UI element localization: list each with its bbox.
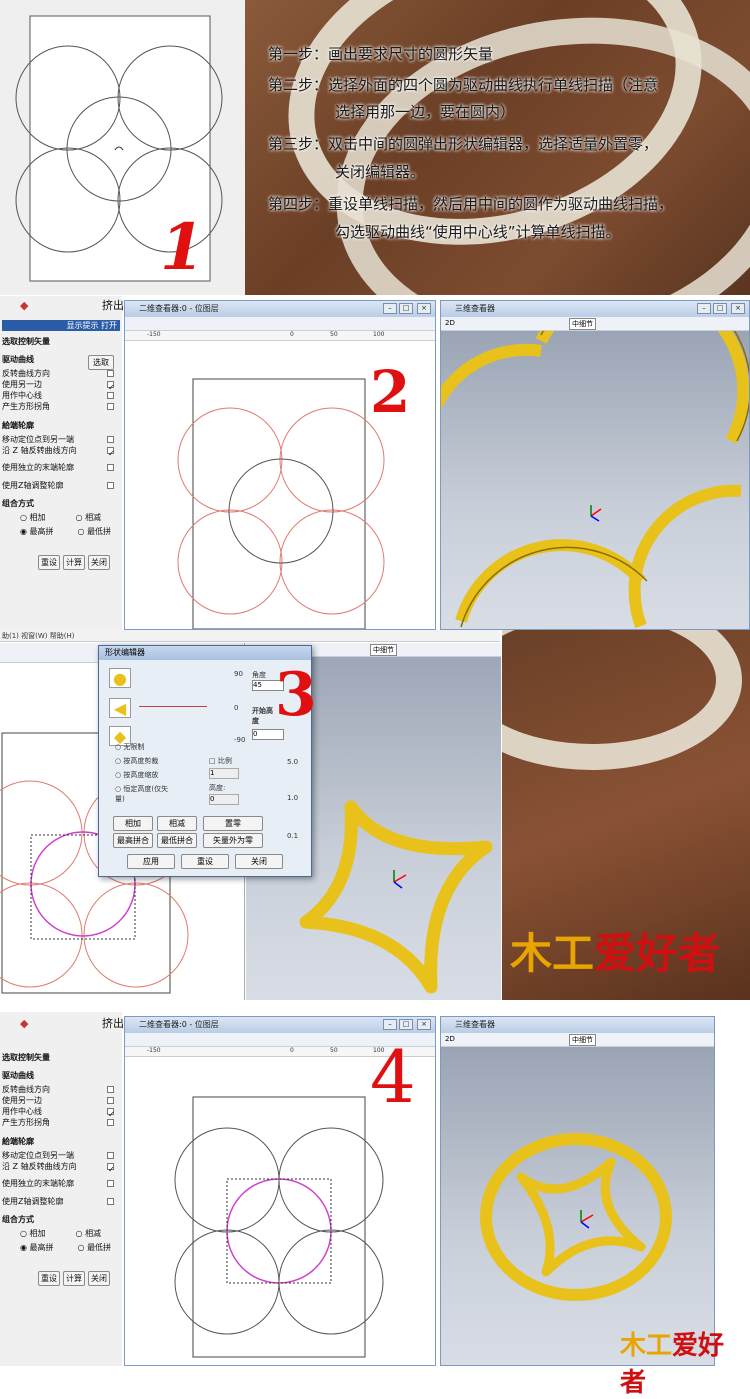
menu-bar[interactable]: 助(1) 视窗(W) 帮助(H) [0,630,500,642]
step-line-2b: 选择用那一边，要在圆内） [335,103,516,121]
merge-highest-button[interactable]: 最高拼合 [113,833,153,848]
opt-fixed-height[interactable]: ○ 恒定高度(仅矢量) [115,784,175,804]
extrude-panel-2: ◆ 挤出 选取控制矢量 驱动曲线 反转曲线方向 使用另一边 用作中心线 ✓ 产生方… [0,1012,124,1366]
combine-label: 组合方式 [2,499,34,508]
step-line-3: 第三步：双击中间的圆弹出形状编辑器，选择适量外置零， [268,135,659,153]
reset-button[interactable]: 重设 [38,555,60,570]
panel-tabs[interactable]: 显示提示 打开 [2,320,120,331]
close-button[interactable]: 关闭 [88,555,110,570]
ratio-checkbox[interactable]: □ 比例 [209,756,232,766]
shape-button-angle[interactable]: ◀ [109,698,131,718]
opt-unlimited[interactable]: ○ 无限制 [115,742,144,752]
step-line-2: 第二步：选择外面的四个圆为驱动曲线执行单线扫描（注意 [268,76,659,94]
use-centerline-row-2[interactable]: 用作中心线 ✓ [2,1106,120,1119]
2d-viewer-titlebar: 二维查看器:0 - 位图层 – □ × [125,301,435,317]
use-other-side-row[interactable]: 使用另一边 ✓ [2,379,120,392]
brand-logo-2: 木工爱好者 [620,1331,725,1398]
gold-arcs-render [420,275,750,629]
start-height-input[interactable]: 0 [252,729,284,740]
drive-curve-label-2: 驱动曲线 [2,1071,34,1080]
step-line-1: 第一步：画出要求尺寸的圆形矢量 [268,45,494,63]
height-input[interactable]: 0 [209,794,239,805]
step-line-4b: 勾选驱动曲线“使用中心线”计算单线扫描。 [335,223,621,241]
select-vector-label: 选取控制矢量 [2,337,50,346]
3d-render-step4[interactable] [441,1047,714,1365]
combine-row-1[interactable]: ○ 相加 ○ 相减 [20,512,120,523]
panel-title: ◆ 挤出 [20,299,124,312]
3d-viewer-step4: 三维查看器 2D 中细节 [440,1016,715,1366]
profile-label: 給端轮廓 [2,421,34,430]
step1-drawing [0,0,245,295]
3d-toolbar[interactable]: 2D 中细节 [441,317,749,331]
editor-subtract-button[interactable]: 相减 [157,816,197,831]
editor-close-button[interactable]: 关闭 [235,854,283,869]
merge-lowest-button[interactable]: 最低拼合 [157,833,197,848]
editor-zero-button[interactable]: 置零 [203,816,263,831]
square-corner-row[interactable]: 产生方形拐角 [2,401,120,412]
vector-zero-button[interactable]: 矢量外为零 [203,833,263,848]
angle-label: 角度 [252,671,266,679]
shape-editor-title: 形状编辑器 [99,646,311,660]
gold-ring-render [480,1133,672,1301]
reset-button-2[interactable]: 重设 [38,1271,60,1286]
separate-end-row[interactable]: 使用独立的末端轮廓 [2,462,120,473]
step-line-3b: 关闭编辑器。 [335,163,426,181]
2d-toolbar[interactable] [125,317,435,331]
step-number-4: 4 [370,1035,416,1119]
brand-logo-1: 木工爱好者 [510,929,721,978]
ratio-input[interactable]: 1 [209,768,239,779]
extrude-panel-1: ◆ 挤出 显示提示 打开 选取控制矢量 驱动曲线 选取 反转曲线方向 使用另一边… [0,296,124,630]
calculate-button[interactable]: 计算 [63,555,85,570]
flip-z-row[interactable]: 沿 Z 轴反转曲线方向 ✓ [2,445,120,458]
apply-button[interactable]: 应用 [127,854,175,869]
editor-reset-button[interactable]: 重设 [181,854,229,869]
step-line-4: 第四步：重设单线扫描，然后用中间的圆作为驱动曲线扫描， [268,195,674,213]
step1-circles [15,15,223,282]
shape-button-round[interactable]: ● [109,668,131,688]
reverse-curve-row[interactable]: 反转曲线方向 [2,368,120,379]
3d-viewer-step2: 三维查看器 – □ × 2D 中细节 [420,275,750,630]
step-number-3: 3 [275,660,317,730]
editor-add-button[interactable]: 相加 [113,816,153,831]
step-number-1: 1 [160,210,205,285]
step-number-2: 2 [370,358,411,426]
profile-preview-line [139,706,207,707]
calculate-button-2[interactable]: 计算 [63,1271,85,1286]
combine-row-2[interactable]: ◉ 最高拼 ○ 最低拼 [20,526,120,537]
opt-height-scale[interactable]: ○ 按高度缩放 [115,770,158,780]
move-start-row[interactable]: 移动定位点到另一端 [2,434,120,445]
close-button-2[interactable]: 关闭 [88,1271,110,1286]
3d-render-step2[interactable] [420,275,750,629]
opt-height-cut[interactable]: ○ 按高度剪裁 [115,756,158,766]
use-centerline-row[interactable]: 用作中心线 [2,390,120,401]
2d-viewer-step2: 二维查看器:0 - 位图层 – □ × -150 0 50 100 [124,300,436,630]
2d-ruler: -150 0 50 100 [125,331,435,341]
z-adjust-row[interactable]: 使用Z轴调整轮廓 [2,480,120,491]
start-height-label: 开始高度 [252,707,273,725]
